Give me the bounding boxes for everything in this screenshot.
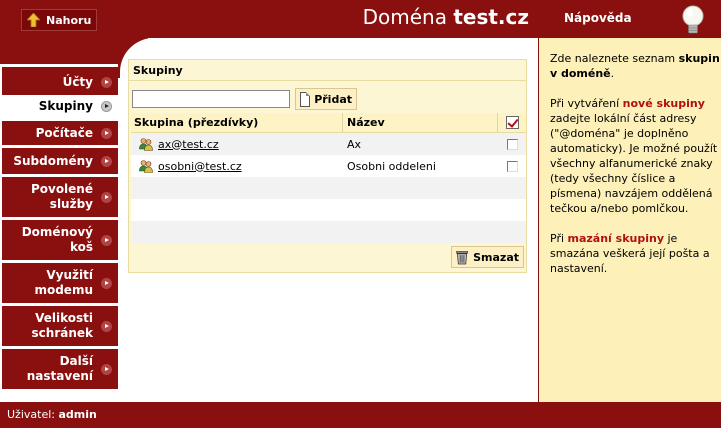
help-panel: Nápověda Zde naleznete seznam skupin v d… [538,0,721,428]
sidebar-item-label: Povolené služby [30,182,93,211]
group-link[interactable]: ax@test.cz [158,138,219,151]
group-users-icon [139,138,153,151]
sidebar-item-label: Doménový koš [21,225,93,254]
column-header-name: Název [343,112,498,133]
user-label: Uživatel: [7,408,55,421]
group-name: Osobni oddeleni [347,159,436,173]
table-row: ax@test.cz Ax [131,133,526,155]
page-title: Doména test.cz [363,5,529,29]
arrow-bullet-icon [101,191,112,203]
group-link[interactable]: osobni@test.cz [158,160,242,173]
select-all-checkbox[interactable] [505,116,519,129]
help-footer [539,402,721,428]
empty-row [131,199,526,221]
new-document-icon [300,91,311,107]
up-arrow-icon [27,13,40,27]
sidebar-item-label: Velikosti schránek [31,311,93,340]
user-name: admin [58,408,97,421]
row-checkbox[interactable] [506,138,518,150]
top-bar-extension [0,38,125,64]
help-text: Při [550,232,568,245]
help-paragraph: Při mazání skupiny je smazána veškerá je… [550,231,720,276]
table-header: Skupina (přezdívky) Název [131,112,526,133]
delete-button-label: Smazat [473,250,519,264]
trash-icon [456,251,468,265]
arrow-bullet-icon [101,234,112,246]
help-title: Nápověda [564,11,632,25]
sidebar-item-pocitace[interactable]: Počítače [2,121,118,145]
sidebar: Účty Skupiny Počítače Subdomény Povolené… [0,64,118,402]
arrow-bullet-icon [101,76,112,88]
domain-name: test.cz [453,5,529,29]
sidebar-item-subdomeny[interactable]: Subdomény [2,148,118,174]
select-all-cell [498,116,526,129]
help-paragraph: Zde naleznete seznam skupin v doméně. [550,51,720,81]
group-name: Ax [347,137,362,151]
sidebar-item-label: Účty [62,74,93,89]
lightbulb-icon [682,5,704,34]
arrow-bullet-icon [101,155,112,167]
divider [129,80,526,81]
empty-row [131,177,526,199]
group-users-icon [139,160,153,173]
delete-button[interactable]: Smazat [451,246,524,268]
help-text-highlight: nové skupiny [622,97,705,110]
help-text: zadejte lokální část adresy ("@doména" j… [550,112,718,215]
sidebar-item-vyuziti-modemu[interactable]: Využití modemu [2,263,118,303]
help-text: . [610,67,615,80]
help-text-highlight: mazání skupiny [567,232,664,245]
up-button-label: Nahoru [46,13,92,27]
arrow-bullet-icon [101,100,112,112]
groups-table: Skupina (přezdívky) Název ax@test.cz Ax [131,112,526,243]
sidebar-item-povolene-sluzby[interactable]: Povolené služby [2,177,118,217]
arrow-bullet-icon [101,127,112,139]
sidebar-item-label: Další nastavení [26,354,93,383]
sidebar-item-label: Počítače [35,125,93,140]
group-cell: osobni@test.cz [131,159,343,173]
status-bar: Uživatel: admin [0,402,538,428]
sidebar-item-label: Využití modemu [34,268,93,297]
arrow-bullet-icon [101,363,112,375]
sidebar-item-dalsi-nastaveni[interactable]: Další nastavení [2,349,118,389]
sidebar-item-skupiny[interactable]: Skupiny [2,95,118,117]
column-header-group: Skupina (přezdívky) [131,112,343,133]
help-content: Zde naleznete seznam skupin v doméně. Př… [550,51,720,291]
help-text: Při vytváření [550,97,623,110]
add-button-label: Přidat [314,92,352,106]
add-button[interactable]: Přidat [295,88,357,110]
help-text: Zde naleznete seznam [550,52,679,65]
help-paragraph: Při vytváření nové skupiny zadejte lokál… [550,96,720,216]
table-row: osobni@test.cz Osobni oddeleni [131,155,526,177]
sidebar-item-label: Skupiny [38,98,93,113]
sidebar-item-domenovy-kos[interactable]: Doménový koš [2,220,118,260]
up-button[interactable]: Nahoru [21,9,97,31]
group-name-input[interactable] [132,90,290,108]
panel-title: Skupiny [133,64,183,77]
arrow-bullet-icon [101,277,112,289]
domain-prefix: Doména [362,5,447,29]
row-checkbox-cell [498,160,526,172]
groups-panel: Skupiny Přidat Skupina (přezdívky) Název… [128,59,527,273]
help-header: Nápověda [539,0,721,38]
sidebar-item-label: Subdomény [13,153,93,168]
group-cell: ax@test.cz [131,137,343,151]
empty-row [131,221,526,243]
sidebar-item-ucty[interactable]: Účty [2,67,118,97]
row-checkbox[interactable] [506,160,518,172]
row-checkbox-cell [498,138,526,150]
arrow-bullet-icon [101,320,112,332]
sidebar-item-velikosti-schranek[interactable]: Velikosti schránek [2,306,118,346]
